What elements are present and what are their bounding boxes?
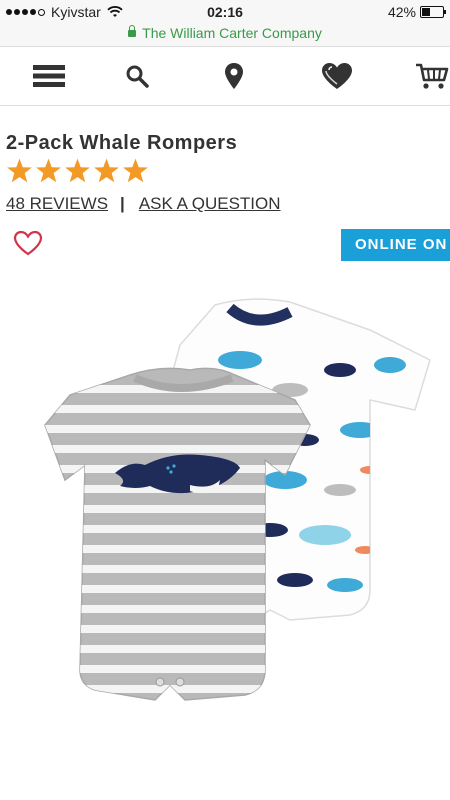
star-rating <box>6 158 149 184</box>
product-image[interactable] <box>40 290 440 725</box>
clock: 02:16 <box>207 4 243 20</box>
cart-button[interactable] <box>414 59 450 93</box>
star-icon <box>36 158 61 183</box>
reviews-link[interactable]: 48 REVIEWS <box>6 194 108 214</box>
heart-icon <box>322 63 352 89</box>
star-icon <box>94 158 119 183</box>
star-icon <box>65 158 90 183</box>
product-title: 2-Pack Whale Rompers <box>6 132 238 154</box>
site-name: The William Carter Company <box>142 25 322 41</box>
heart-outline-icon <box>13 230 43 256</box>
ask-question-link[interactable]: ASK A QUESTION <box>139 194 281 214</box>
menu-button[interactable] <box>30 59 68 93</box>
status-bar: Kyivstar 02:16 42% <box>0 0 450 24</box>
cart-icon <box>416 63 449 89</box>
links-separator: | <box>120 194 125 213</box>
star-icon <box>123 158 148 183</box>
battery-info: 42% <box>387 4 446 20</box>
location-icon <box>225 63 243 89</box>
availability-badge: ONLINE ON <box>341 229 450 261</box>
battery-percent: 42% <box>387 4 416 20</box>
store-locator-button[interactable] <box>220 59 248 93</box>
product-links: 48 REVIEWS | ASK A QUESTION <box>6 194 281 214</box>
star-icon <box>7 158 32 183</box>
add-to-wishlist-button[interactable] <box>13 230 43 261</box>
romper-illustration <box>44 298 431 701</box>
wishlist-button[interactable] <box>320 59 354 93</box>
top-nav <box>0 47 450 106</box>
battery-icon <box>420 6 446 18</box>
menu-icon <box>33 65 65 87</box>
search-icon <box>126 65 149 88</box>
url-bar[interactable]: The William Carter Company <box>0 24 450 47</box>
search-button[interactable] <box>122 59 152 93</box>
lock-icon <box>128 25 137 37</box>
